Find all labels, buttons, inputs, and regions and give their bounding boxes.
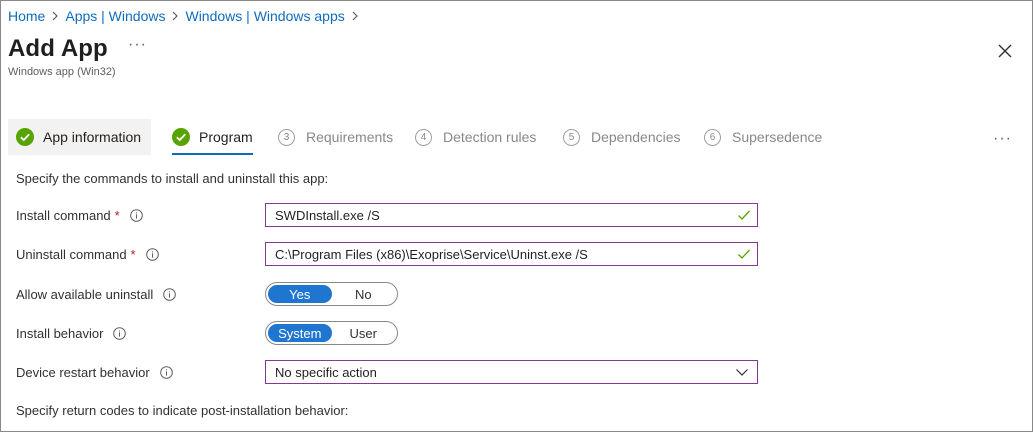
- checkmark-circle-icon: [172, 128, 190, 146]
- required-mark: *: [130, 246, 136, 262]
- wizard-steps: App information Program 3 Requirements 4…: [8, 119, 1028, 155]
- device-restart-dropdown[interactable]: No specific action: [265, 360, 758, 384]
- uninstall-command-label: Uninstall command *: [16, 242, 159, 266]
- active-tab-indicator: [172, 153, 253, 155]
- chevron-right-icon: [345, 9, 365, 24]
- tab-label: Program: [199, 129, 253, 145]
- tab-label: App information: [43, 129, 142, 145]
- breadcrumb-apps-windows[interactable]: Apps | Windows: [65, 8, 165, 24]
- step-number-badge: 5: [563, 128, 580, 146]
- required-mark: *: [114, 207, 120, 223]
- uninstall-command-input[interactable]: C:\Program Files (x86)\Exoprise\Service\…: [265, 242, 758, 266]
- more-options-button[interactable]: ···: [128, 36, 147, 54]
- chevron-right-icon: [45, 9, 65, 24]
- allow-uninstall-toggle: Yes No: [265, 282, 398, 306]
- info-icon[interactable]: [145, 247, 159, 261]
- install-behavior-user[interactable]: User: [332, 324, 396, 342]
- page-title: Add App: [8, 35, 108, 62]
- tab-detection-rules[interactable]: 4 Detection rules: [415, 119, 536, 155]
- commands-instructions: Specify the commands to install and unin…: [16, 171, 329, 186]
- tab-label: Detection rules: [443, 129, 537, 145]
- close-icon: [998, 44, 1012, 58]
- chevron-right-icon: [165, 9, 185, 24]
- tab-label: Requirements: [306, 129, 394, 145]
- tab-supersedence[interactable]: 6 Supersedence: [704, 119, 822, 155]
- breadcrumb-windows-apps[interactable]: Windows | Windows apps: [185, 8, 344, 24]
- info-icon[interactable]: [129, 208, 143, 222]
- step-number-badge: 3: [278, 128, 295, 146]
- allow-uninstall-label: Allow available uninstall: [16, 282, 177, 306]
- tab-requirements[interactable]: 3 Requirements: [278, 119, 393, 155]
- close-button[interactable]: [994, 40, 1016, 62]
- return-codes-instructions: Specify return codes to indicate post-in…: [16, 403, 349, 418]
- info-icon[interactable]: [163, 287, 177, 301]
- tab-dependencies[interactable]: 5 Dependencies: [563, 119, 681, 155]
- install-command-label: Install command *: [16, 203, 143, 227]
- allow-uninstall-no[interactable]: No: [332, 285, 396, 303]
- step-number-badge: 6: [704, 128, 721, 146]
- tab-program[interactable]: Program: [172, 119, 253, 155]
- tab-app-information[interactable]: App information: [8, 119, 152, 155]
- install-behavior-label: Install behavior: [16, 321, 127, 345]
- install-behavior-toggle: System User: [265, 321, 398, 345]
- breadcrumb-home[interactable]: Home: [8, 8, 45, 24]
- tabs-more-button[interactable]: ···: [993, 130, 1012, 148]
- device-restart-label: Device restart behavior: [16, 360, 173, 384]
- tab-label: Dependencies: [591, 129, 681, 145]
- chevron-down-icon: [736, 369, 748, 376]
- page-subtitle: Windows app (Win32): [8, 66, 116, 78]
- checkmark-icon: [738, 249, 750, 259]
- info-icon[interactable]: [159, 365, 173, 379]
- checkmark-icon: [738, 210, 750, 220]
- install-command-input[interactable]: SWDInstall.exe /S: [265, 203, 758, 227]
- info-icon[interactable]: [113, 326, 127, 340]
- breadcrumb: Home Apps | Windows Windows | Windows ap…: [8, 8, 365, 24]
- checkmark-circle-icon: [16, 128, 34, 146]
- tab-label: Supersedence: [732, 129, 823, 145]
- step-number-badge: 4: [415, 128, 432, 146]
- install-behavior-system[interactable]: System: [268, 324, 332, 342]
- allow-uninstall-yes[interactable]: Yes: [268, 285, 332, 303]
